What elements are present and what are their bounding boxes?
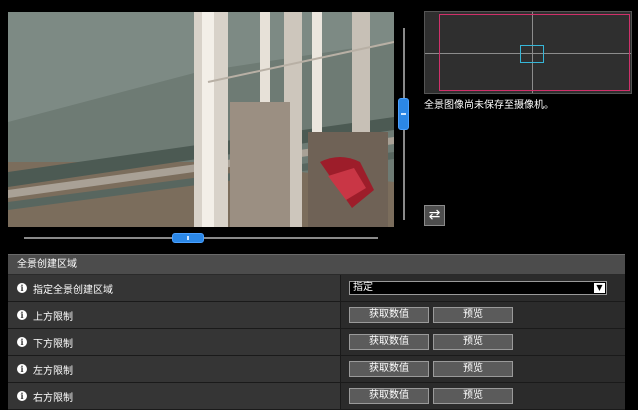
settings-row-left-limit: i 左方限制 获取数值 预览 [8, 356, 625, 383]
row-label: 左方限制 [33, 365, 73, 377]
settings-row-bottom-limit: i 下方限制 获取数值 预览 [8, 329, 625, 356]
select-value: 指定 [353, 282, 373, 293]
chevron-down-icon[interactable]: ▼ [594, 283, 605, 293]
info-icon[interactable]: i [17, 337, 27, 347]
row-label: 上方限制 [33, 311, 73, 323]
camera-image [8, 12, 394, 227]
right-limit-get-value-button[interactable]: 获取数值 [349, 388, 429, 404]
tilt-slider-handle[interactable] [398, 98, 409, 130]
bottom-limit-preview-button[interactable]: 预览 [433, 334, 513, 350]
panorama-status-message: 全景图像尚未保存至摄像机。 [424, 100, 554, 111]
top-limit-preview-button[interactable]: 预览 [433, 307, 513, 323]
bottom-limit-get-value-button[interactable]: 获取数值 [349, 334, 429, 350]
settings-row-top-limit: i 上方限制 获取数值 预览 [8, 302, 625, 329]
section-title: 全景创建区域 [8, 254, 625, 275]
row-label: 下方限制 [33, 338, 73, 350]
pan-slider-handle[interactable] [172, 233, 204, 243]
info-icon[interactable]: i [17, 391, 27, 401]
camera-position-frame[interactable] [520, 45, 544, 63]
left-limit-get-value-button[interactable]: 获取数值 [349, 361, 429, 377]
left-limit-preview-button[interactable]: 预览 [433, 361, 513, 377]
top-limit-get-value-button[interactable]: 获取数值 [349, 307, 429, 323]
swap-arrows-icon: ⇄ [428, 207, 441, 223]
info-icon[interactable]: i [17, 310, 27, 320]
row-label: 右方限制 [33, 392, 73, 404]
panorama-area-settings: 全景创建区域 i 指定全景创建区域 指定 ▼ i 上方限制 获取数值 预览 i … [8, 254, 625, 410]
settings-row-specify-area: i 指定全景创建区域 指定 ▼ [8, 275, 625, 302]
specify-area-select[interactable]: 指定 ▼ [349, 281, 607, 295]
panorama-thumbnail[interactable] [424, 11, 632, 94]
swap-view-button[interactable]: ⇄ [424, 205, 445, 226]
info-icon[interactable]: i [17, 364, 27, 374]
info-icon[interactable]: i [17, 283, 27, 293]
settings-row-right-limit: i 右方限制 获取数值 预览 [8, 383, 625, 410]
right-limit-preview-button[interactable]: 预览 [433, 388, 513, 404]
camera-live-view[interactable] [8, 12, 394, 227]
camera-settings-page: 全景图像尚未保存至摄像机。 ⇄ 全景创建区域 i 指定全景创建区域 指定 ▼ i… [0, 0, 638, 410]
row-label: 指定全景创建区域 [33, 284, 113, 296]
